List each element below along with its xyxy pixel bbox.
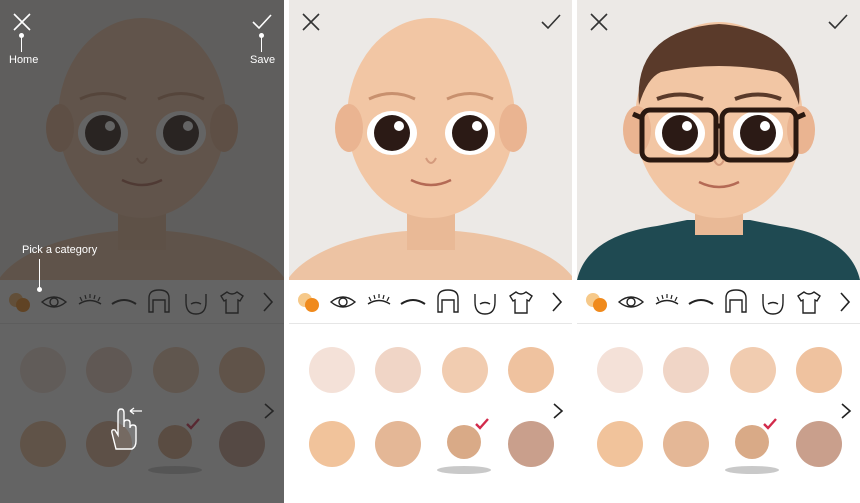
tip-line — [261, 37, 262, 52]
chevron-right-icon[interactable] — [831, 288, 859, 316]
skin-tone-icon[interactable] — [583, 288, 611, 316]
selected-check-icon — [475, 418, 489, 430]
swipe-hand-icon — [111, 407, 142, 450]
chevron-right-icon[interactable] — [839, 402, 853, 420]
avatar-stage — [0, 0, 284, 280]
avatar-stage — [577, 0, 860, 280]
screen-default — [289, 0, 573, 503]
eyebrow-icon[interactable] — [687, 288, 715, 316]
swatch-1[interactable] — [597, 347, 643, 393]
swatch-8[interactable] — [796, 421, 842, 467]
swatch-1[interactable] — [309, 347, 355, 393]
swatch-3[interactable] — [730, 347, 776, 393]
selected-check-icon — [763, 418, 777, 430]
skin-tone-icon[interactable] — [295, 288, 323, 316]
category-bar — [0, 280, 284, 324]
swatch-2[interactable] — [86, 347, 132, 393]
skin-swatch-grid — [289, 325, 573, 503]
eyelashes-icon[interactable] — [653, 288, 681, 316]
beard-icon[interactable] — [759, 288, 787, 316]
hair-icon[interactable] — [145, 288, 173, 316]
category-tip-label: Pick a category — [22, 244, 98, 256]
tip-dot — [37, 287, 42, 292]
avatar-bald — [289, 18, 573, 280]
swatch-5[interactable] — [20, 421, 66, 467]
skin-tone-icon[interactable] — [6, 288, 34, 316]
eye-icon[interactable] — [329, 288, 357, 316]
hair-icon[interactable] — [722, 288, 750, 316]
eyebrow-icon[interactable] — [110, 288, 138, 316]
swatch-1[interactable] — [20, 347, 66, 393]
chevron-right-icon[interactable] — [262, 402, 276, 420]
chevron-right-icon[interactable] — [551, 402, 565, 420]
tip-line — [21, 37, 22, 52]
close-icon[interactable] — [299, 10, 323, 34]
selection-shadow — [148, 466, 202, 474]
swatch-5[interactable] — [309, 421, 355, 467]
save-tip-label: Save — [250, 54, 276, 66]
swatch-4[interactable] — [219, 347, 265, 393]
selection-shadow — [437, 466, 491, 474]
close-icon[interactable] — [587, 10, 611, 34]
chevron-right-icon[interactable] — [254, 288, 282, 316]
tshirt-icon[interactable] — [507, 288, 535, 316]
hair-icon[interactable] — [434, 288, 462, 316]
avatar-bald — [0, 18, 284, 280]
tip-line — [39, 259, 40, 289]
swatch-4[interactable] — [508, 347, 554, 393]
swatch-2[interactable] — [375, 347, 421, 393]
swatch-6[interactable] — [663, 421, 709, 467]
swatch-6[interactable] — [375, 421, 421, 467]
swatch-5[interactable] — [597, 421, 643, 467]
swatch-3[interactable] — [442, 347, 488, 393]
avatar-stage — [289, 0, 573, 280]
selection-shadow — [725, 466, 779, 474]
chevron-right-icon[interactable] — [543, 288, 571, 316]
screen-customized — [577, 0, 860, 503]
checkmark-icon[interactable] — [539, 10, 563, 34]
home-tip-label: Home — [9, 54, 39, 66]
beard-icon[interactable] — [471, 288, 499, 316]
tshirt-icon[interactable] — [795, 288, 823, 316]
swatch-3[interactable] — [153, 347, 199, 393]
eye-icon[interactable] — [40, 288, 68, 316]
swatch-8[interactable] — [219, 421, 265, 467]
category-bar — [289, 280, 573, 324]
screen-tutorial: Home Save Pick a category — [0, 0, 284, 503]
eye-icon[interactable] — [617, 288, 645, 316]
checkmark-icon[interactable] — [250, 10, 274, 34]
tshirt-icon[interactable] — [218, 288, 246, 316]
category-bar — [577, 280, 860, 324]
eyebrow-icon[interactable] — [399, 288, 427, 316]
swatch-8[interactable] — [508, 421, 554, 467]
swatch-4[interactable] — [796, 347, 842, 393]
beard-icon[interactable] — [182, 288, 210, 316]
swatch-2[interactable] — [663, 347, 709, 393]
close-icon[interactable] — [10, 10, 34, 34]
eyelashes-icon[interactable] — [365, 288, 393, 316]
selected-check-icon — [186, 418, 200, 430]
checkmark-icon[interactable] — [826, 10, 850, 34]
eyelashes-icon[interactable] — [76, 288, 104, 316]
avatar-with-hair-and-glasses — [577, 22, 860, 280]
skin-swatch-grid — [577, 325, 860, 503]
